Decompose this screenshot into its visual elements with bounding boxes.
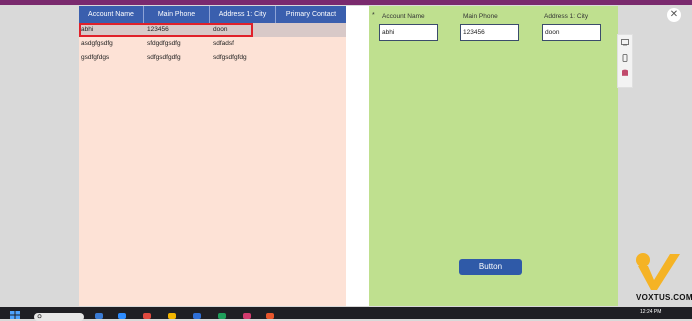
watermark-text: VOXTUS.COM xyxy=(636,293,692,302)
app-header-bar xyxy=(0,0,692,5)
city-input[interactable]: doon xyxy=(542,24,601,41)
field-label-main-phone: Main Phone xyxy=(463,13,498,20)
column-header-account-name[interactable]: Account Name xyxy=(79,6,144,23)
taskbar-app-icon[interactable] xyxy=(243,313,251,319)
taskbar-app-icon[interactable] xyxy=(95,313,103,319)
os-taskbar xyxy=(0,307,692,319)
column-header-city[interactable]: Address 1: City xyxy=(210,6,276,23)
main-phone-input[interactable]: 123456 xyxy=(460,24,519,41)
column-header-main-phone[interactable]: Main Phone xyxy=(144,6,210,23)
taskbar-app-icon[interactable] xyxy=(218,313,226,319)
windows-icon[interactable] xyxy=(10,311,20,319)
selected-row-highlight xyxy=(79,23,253,37)
gallery-row[interactable]: gsdfgfdgs sdfgsdfgdfg sdfgsdfgfdg xyxy=(79,51,346,65)
taskbar-clock: 12:24 PM xyxy=(640,309,662,315)
field-label-account-name: Account Name xyxy=(382,13,425,20)
voxtus-logo xyxy=(636,253,680,290)
side-toolbar xyxy=(617,34,633,88)
account-name-input[interactable]: abhi xyxy=(379,24,438,41)
gallery-row[interactable]: asdgfgsdfg sfdgdfgsdfg sdfadsf xyxy=(79,37,346,51)
field-label-city: Address 1: City xyxy=(544,13,589,20)
database-icon[interactable] xyxy=(621,69,629,77)
cell-main-phone: sfdgdfgsdfg xyxy=(147,40,181,47)
cell-main-phone: sdfgsdfgdfg xyxy=(147,54,181,61)
taskbar-app-icon[interactable] xyxy=(118,313,126,319)
cell-city: sdfgsdfgfdg xyxy=(213,54,247,61)
cell-city: sdfadsf xyxy=(213,40,234,47)
tree-view-icon[interactable] xyxy=(621,39,629,47)
mobile-icon[interactable] xyxy=(621,54,629,62)
taskbar-app-icon[interactable] xyxy=(168,313,176,319)
taskbar-app-icon[interactable] xyxy=(266,313,274,319)
taskbar-app-icon[interactable] xyxy=(193,313,201,319)
taskbar-app-icon[interactable] xyxy=(143,313,151,319)
submit-button[interactable]: Button xyxy=(459,259,522,275)
gallery-header: Account Name Main Phone Address 1: City … xyxy=(79,6,346,23)
required-indicator: * xyxy=(372,12,375,19)
close-icon[interactable]: ✕ xyxy=(667,8,681,22)
search-icon xyxy=(37,314,42,319)
column-header-primary-contact[interactable]: Primary Contact xyxy=(276,6,346,23)
cell-account-name: asdgfgsdfg xyxy=(81,40,113,47)
cell-account-name: gsdfgfdgs xyxy=(81,54,110,61)
